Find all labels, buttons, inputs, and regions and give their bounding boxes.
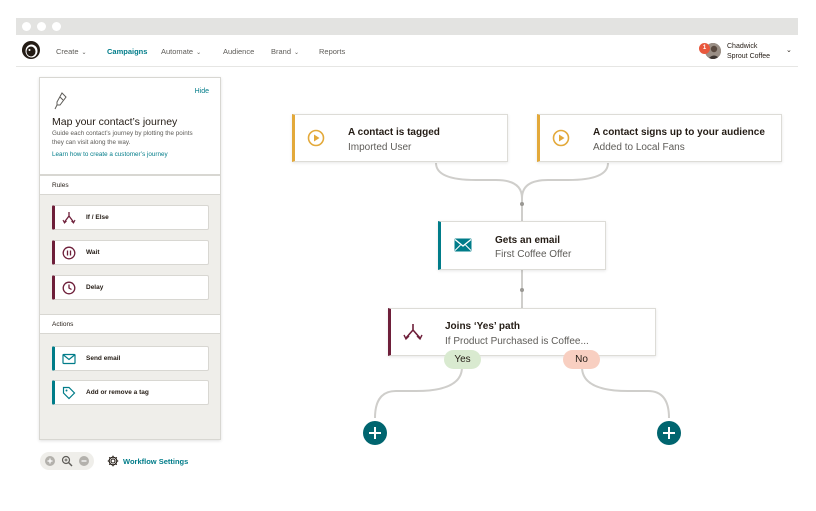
- trigger-1-connector: [435, 162, 523, 221]
- branch-icon: [403, 324, 423, 341]
- trigger-title: A contact signs up to your audience: [593, 127, 765, 138]
- email-title: Gets an email: [495, 235, 561, 246]
- connector-dot: [520, 202, 524, 206]
- email-node[interactable]: Gets an email First Coffee Offer: [438, 221, 606, 270]
- hide-panel-link[interactable]: Hide: [195, 88, 209, 95]
- trigger-title: A contact is tagged: [348, 127, 440, 138]
- rule-wait[interactable]: Wait: [52, 240, 209, 265]
- envelope-icon: [62, 353, 76, 365]
- if-else-node[interactable]: Joins ‘Yes’ path If Product Purchased is…: [388, 308, 656, 356]
- rule-label: Wait: [86, 249, 100, 256]
- rule-label: If / Else: [86, 214, 109, 221]
- envelope-icon: [454, 238, 472, 252]
- rule-label: Delay: [86, 284, 104, 291]
- trigger-subtitle: Imported User: [348, 142, 412, 153]
- tag-icon: [62, 386, 76, 400]
- branch-icon: [62, 212, 76, 224]
- zoom-controls: [40, 452, 94, 470]
- yes-path-label[interactable]: Yes: [444, 350, 481, 369]
- gear-icon: [107, 455, 119, 467]
- pause-icon: [62, 246, 76, 260]
- app-window: Create ⌄ Campaigns Automate ⌄ Audience Bra…: [16, 18, 798, 496]
- rules-header-label: Rules: [52, 182, 69, 189]
- clock-icon: [62, 281, 76, 295]
- trigger-2-connector: [521, 162, 609, 199]
- add-step-yes-button[interactable]: [363, 421, 387, 445]
- connector-dot: [520, 288, 524, 292]
- journey-builder-panel: Hide Map your contact’s journey Guide ea…: [39, 77, 221, 440]
- zoom-in-icon[interactable]: [44, 455, 56, 467]
- panel-header: Hide Map your contact’s journey Guide ea…: [40, 78, 220, 175]
- rule-delay[interactable]: Delay: [52, 275, 209, 300]
- action-label: Send email: [86, 355, 121, 362]
- action-add-remove-tag[interactable]: Add or remove a tag: [52, 380, 209, 405]
- panel-description: Guide each contact’s journey by plotting…: [52, 130, 193, 146]
- rule-if-else[interactable]: If / Else: [52, 205, 209, 230]
- yes-path-connector: [374, 366, 463, 419]
- zoom-fit-icon[interactable]: [61, 455, 73, 467]
- workflow-settings-label: Workflow Settings: [123, 457, 189, 466]
- if-else-subtitle: If Product Purchased is Coffee...: [445, 336, 589, 347]
- action-label: Add or remove a tag: [86, 389, 149, 396]
- actions-header-label: Actions: [52, 321, 74, 328]
- play-icon: [307, 129, 325, 147]
- action-send-email[interactable]: Send email: [52, 346, 209, 371]
- email-subtitle: First Coffee Offer: [495, 249, 572, 260]
- if-else-title: Joins ‘Yes’ path: [445, 321, 521, 332]
- play-icon: [552, 129, 570, 147]
- trigger-node-signup[interactable]: A contact signs up to your audience Adde…: [537, 114, 782, 162]
- add-step-no-button[interactable]: [657, 421, 681, 445]
- no-path-label[interactable]: No: [563, 350, 600, 369]
- panel-title: Map your contact’s journey: [52, 116, 178, 128]
- trigger-subtitle: Added to Local Fans: [593, 142, 685, 153]
- rules-section-header: Rules: [40, 175, 220, 195]
- no-path-connector: [581, 366, 670, 419]
- zoom-out-icon[interactable]: [78, 455, 90, 467]
- pin-marker-icon: [54, 92, 67, 110]
- trigger-node-tagged[interactable]: A contact is tagged Imported User: [292, 114, 508, 162]
- actions-section-header: Actions: [40, 314, 220, 334]
- learn-more-link[interactable]: Learn how to create a customer’s journey: [52, 151, 168, 158]
